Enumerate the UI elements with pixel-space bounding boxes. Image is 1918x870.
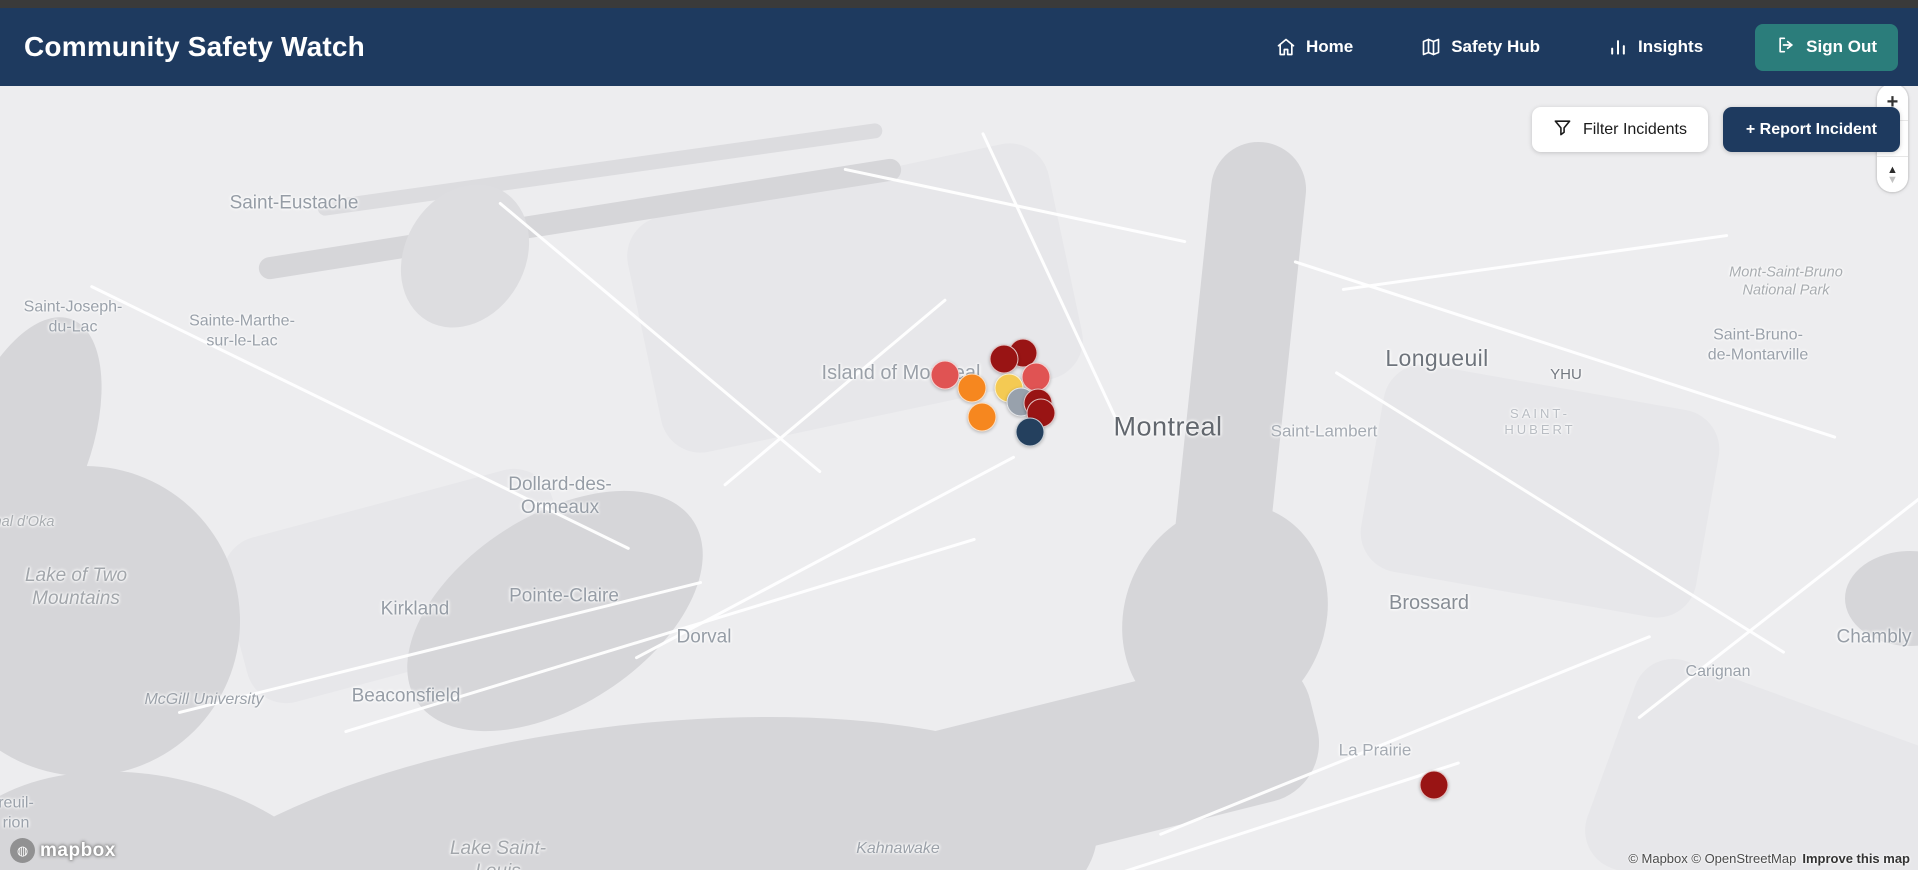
road-line — [1341, 233, 1729, 292]
app-title: Community Safety Watch — [24, 31, 365, 62]
main-nav: Home Safety Hub Insights — [1270, 36, 1709, 58]
app-header: Community Safety Watch Home Safety Hub Ins… — [0, 8, 1918, 86]
map-place-label: Saint-Lambert — [1270, 421, 1378, 441]
bar-chart-icon — [1608, 37, 1628, 57]
pitch-down-icon: ▼ — [1887, 173, 1898, 186]
nav-item-label: Safety Hub — [1451, 37, 1540, 56]
incident-marker-dark-red[interactable] — [1419, 770, 1449, 800]
incident-marker-orange[interactable] — [957, 373, 987, 403]
filter-incidents-button[interactable]: Filter Incidents — [1531, 107, 1708, 152]
incident-marker-orange[interactable] — [967, 402, 997, 432]
pitch-toggle-button[interactable]: ▲ ▼ — [1877, 156, 1908, 192]
map-canvas[interactable]: Saint-Eustache Saint-Joseph- du-Lac Sainte… — [0, 86, 1918, 870]
incident-marker-dark-red[interactable] — [989, 344, 1019, 374]
sign-out-button[interactable]: Sign Out — [1755, 23, 1898, 71]
map-place-label: Mont-Saint-Bruno National Park — [1729, 264, 1843, 298]
map-icon — [1421, 37, 1441, 57]
window-chrome-strip — [0, 0, 1918, 8]
attribution-text: © Mapbox © OpenStreetMap — [1628, 851, 1797, 866]
nav-item-home[interactable]: Home — [1270, 36, 1359, 58]
incident-marker-navy[interactable] — [1015, 417, 1045, 447]
pitch-up-icon: ▲ — [1887, 163, 1898, 176]
mapbox-logo-word: mapbox — [40, 839, 116, 861]
filter-icon — [1553, 118, 1572, 142]
map-attribution: © Mapbox © OpenStreetMap Improve this map — [1628, 851, 1910, 866]
urban-area-shape — [1354, 358, 1726, 624]
map-place-label: Brossard — [1388, 591, 1470, 614]
home-icon — [1276, 37, 1296, 57]
map-place-label: YHU — [1550, 365, 1582, 383]
nav-item-insights[interactable]: Insights — [1602, 36, 1709, 58]
improve-map-link[interactable]: Improve this map — [1802, 851, 1910, 866]
filter-incidents-label: Filter Incidents — [1582, 120, 1687, 138]
urban-area-shape — [1573, 647, 1918, 870]
water-shape — [1845, 551, 1918, 646]
incident-marker-red[interactable] — [1021, 362, 1051, 392]
nav-item-safety-hub[interactable]: Safety Hub — [1415, 36, 1546, 58]
logout-icon — [1776, 35, 1796, 60]
map-place-label: Saint-Bruno- de-Montarville — [1707, 326, 1809, 363]
nav-item-label: Home — [1305, 37, 1354, 56]
report-incident-button[interactable]: + Report Incident — [1722, 107, 1900, 152]
sign-out-label: Sign Out — [1806, 37, 1877, 56]
nav-item-label: Insights — [1638, 37, 1704, 56]
incident-marker-red[interactable] — [930, 360, 960, 390]
water-shape — [878, 641, 1332, 870]
mapbox-logo[interactable]: ◍ mapbox — [10, 838, 116, 863]
map-place-label: Sainte-Marthe- sur-le-Lac — [189, 312, 295, 349]
mapbox-logo-icon: ◍ — [10, 838, 35, 863]
